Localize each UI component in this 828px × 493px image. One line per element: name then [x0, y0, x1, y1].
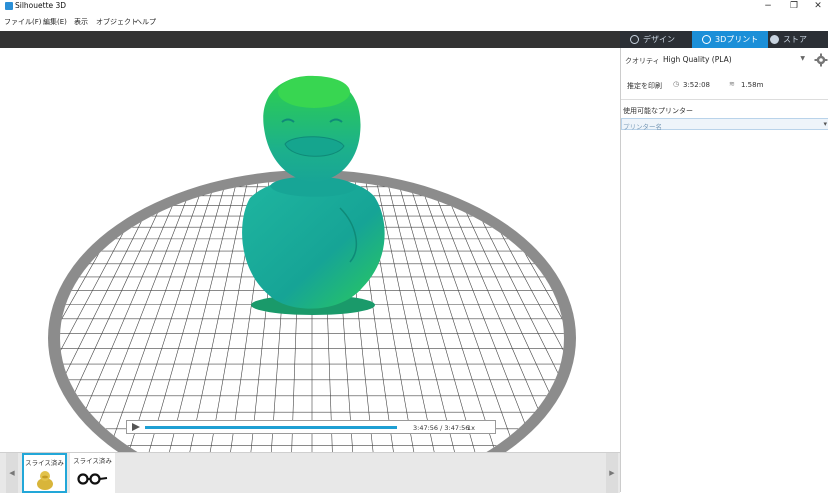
play-icon[interactable]: [129, 421, 143, 433]
estimate-time: 3:52:08: [683, 81, 710, 89]
tab-bar: デザイン 3Dプリント ストア: [620, 31, 828, 48]
playback-track[interactable]: [145, 426, 397, 429]
menu-file[interactable]: ファイル(F): [4, 17, 42, 27]
object-tray: ◀ スライス済み スライス済み ▶: [0, 452, 620, 493]
app-icon: [5, 2, 13, 10]
tab-3d-print-label: 3Dプリント: [715, 35, 759, 44]
tray-item-duck[interactable]: スライス済み: [22, 453, 67, 493]
menu-edit[interactable]: 編集(E): [43, 17, 67, 27]
tray-item-label: スライス済み: [73, 457, 112, 465]
tray-scroll-left-icon[interactable]: ◀: [6, 453, 18, 493]
restore-button[interactable]: ❐: [784, 0, 804, 12]
clock-icon: ◷: [673, 80, 680, 88]
window-title: Silhouette 3D: [15, 1, 67, 10]
print-icon: [702, 35, 711, 44]
playback-speed[interactable]: 1x: [467, 424, 475, 432]
printer-name-header: プリンター名: [623, 123, 662, 131]
estimate-length: 1.58m: [741, 81, 764, 89]
playback-bar: 3:47:56 / 3:47:56 1x: [126, 420, 496, 434]
playback-progress-fill: [145, 426, 397, 429]
quality-select[interactable]: High Quality (PLA) ▼: [657, 53, 805, 65]
panel-divider: [621, 99, 828, 100]
printers-label: 使用可能なプリンター: [623, 107, 693, 115]
glasses-thumbnail-icon: [77, 473, 108, 485]
printer-list-header[interactable]: プリンター名 ▾: [621, 118, 828, 131]
menu-help[interactable]: ヘルプ: [135, 17, 156, 27]
tray-item-glasses[interactable]: スライス済み: [70, 453, 115, 493]
duck-model[interactable]: [242, 75, 385, 315]
menu-object[interactable]: オブジェクト: [96, 17, 138, 27]
print-settings-panel: クオリティ High Quality (PLA) ▼ 推定を印刷 ◷ 3:52:…: [620, 48, 828, 492]
playback-time: 3:47:56 / 3:47:56: [413, 424, 470, 432]
tray-item-label: スライス済み: [25, 459, 64, 467]
tab-3d-print[interactable]: 3Dプリント: [692, 31, 768, 48]
filament-icon: ≋: [729, 80, 735, 88]
quality-label: クオリティ: [625, 57, 660, 65]
menu-view[interactable]: 表示: [74, 17, 88, 27]
tab-store-label: ストア: [783, 35, 807, 44]
menu-bar: ファイル(F) 編集(E) 表示 オブジェクト ヘルプ: [0, 17, 828, 29]
tab-design-label: デザイン: [643, 35, 675, 44]
sort-icon: ▾: [823, 120, 827, 128]
tab-design[interactable]: デザイン: [626, 31, 692, 48]
quality-value: High Quality (PLA): [663, 55, 732, 64]
duck-head-top: [278, 76, 350, 108]
3d-viewport[interactable]: [0, 48, 620, 452]
chevron-down-icon: ▼: [800, 55, 805, 62]
toolbar-strip: [0, 31, 620, 48]
tray-scroll-right-icon[interactable]: ▶: [606, 453, 618, 493]
print-bed-scene: [48, 75, 576, 452]
title-bar: Silhouette 3D − ❐ ✕: [0, 0, 828, 12]
duck-thumbnail-icon: [37, 471, 53, 490]
close-button[interactable]: ✕: [808, 0, 828, 12]
tab-store[interactable]: ストア: [770, 31, 826, 48]
globe-icon: [630, 35, 639, 44]
gear-icon[interactable]: [814, 53, 828, 67]
store-icon: [770, 35, 779, 44]
estimate-label: 推定を印刷: [627, 82, 662, 90]
minimize-button[interactable]: −: [758, 0, 778, 12]
